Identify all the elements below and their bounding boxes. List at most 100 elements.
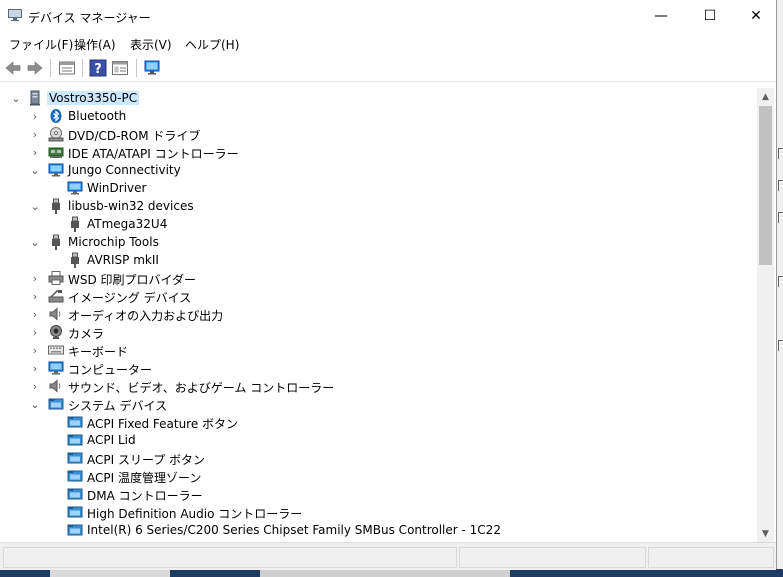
menu-file[interactable]: ファイル(F) — [9, 36, 73, 53]
tree-root-label: Vostro3350-PC — [47, 91, 140, 105]
system-folder-icon — [67, 452, 83, 464]
background-window-edge — [776, 0, 783, 577]
bluetooth-icon — [50, 109, 62, 123]
vertical-scrollbar[interactable]: ▲ ▼ — [757, 88, 774, 542]
system-folder-icon — [67, 434, 83, 446]
chevron-down-icon[interactable]: ⌄ — [29, 161, 41, 179]
device-category[interactable]: › IDE ATA/ATAPI コントローラー — [3, 143, 757, 162]
device-category[interactable]: › キーボード — [3, 341, 757, 360]
properties-sheet-icon[interactable] — [58, 59, 76, 77]
device-category[interactable]: › Bluetooth — [3, 107, 757, 125]
device-item[interactable]: AVRISP mkII — [3, 251, 757, 269]
device-category[interactable]: › カメラ — [3, 323, 757, 341]
status-bar — [0, 542, 776, 570]
tree-root[interactable]: ⌄ Vostro3350-PC — [3, 89, 757, 107]
system-folder-icon — [67, 470, 83, 482]
camera-scanner-icon — [48, 290, 64, 303]
toolbar: ? — [0, 55, 776, 82]
maximize-button[interactable]: ☐ — [687, 0, 733, 32]
menu-help[interactable]: ヘルプ(H) — [185, 36, 239, 53]
device-category[interactable]: ⌄ Jungo Connectivity — [3, 161, 757, 179]
device-category[interactable]: › DVD/CD-ROM ドライブ — [3, 125, 757, 143]
chevron-right-icon[interactable]: › — [29, 107, 41, 125]
tree-item-label: ACPI 温度管理ゾーン — [87, 471, 202, 485]
scroll-up-icon[interactable]: ▲ — [757, 88, 774, 105]
tree-item-label: ACPI Fixed Feature ボタン — [87, 417, 239, 431]
minimize-button[interactable]: — — [638, 0, 684, 32]
window-title: デバイス マネージャー — [28, 11, 151, 25]
monitor-icon — [48, 163, 64, 177]
title-bar[interactable]: デバイス マネージャー — ☐ ✕ — [0, 0, 776, 32]
chevron-down-icon[interactable]: ⌄ — [29, 395, 41, 413]
device-item[interactable]: ACPI スリープ ボタン — [3, 449, 757, 467]
chevron-down-icon[interactable]: ⌄ — [10, 89, 22, 107]
menu-action[interactable]: 操作(A) — [74, 36, 116, 53]
tree-item-label: Bluetooth — [68, 109, 127, 123]
tree-item-label: AVRISP mkII — [87, 253, 159, 267]
computer-scan-icon[interactable] — [143, 59, 161, 77]
forward-arrow-icon[interactable] — [26, 59, 44, 77]
keyboard-icon — [48, 345, 64, 355]
device-item[interactable]: ACPI 温度管理ゾーン — [3, 467, 757, 485]
system-folder-icon — [48, 398, 64, 410]
menu-view[interactable]: 表示(V) — [130, 36, 172, 53]
speaker-icon — [49, 307, 61, 321]
device-manager-window: デバイス マネージャー — ☐ ✕ ファイル(F) 操作(A) 表示(V) ヘル… — [0, 0, 777, 570]
usb-plug-icon — [52, 198, 60, 214]
chevron-right-icon[interactable]: › — [29, 377, 41, 395]
system-folder-icon — [67, 506, 83, 518]
device-category[interactable]: › オーディオの入力および出力 — [3, 305, 757, 323]
device-item[interactable]: ATmega32U4 — [3, 215, 757, 233]
usb-plug-icon — [52, 234, 60, 250]
device-category[interactable]: › コンピューター — [3, 359, 757, 377]
device-item[interactable]: Intel(R) 6 Series/C200 Series Chipset Fa… — [3, 521, 757, 539]
scrollbar-thumb[interactable] — [759, 106, 772, 265]
chevron-right-icon[interactable]: › — [29, 125, 41, 143]
device-item[interactable]: ACPI Fixed Feature ボタン — [3, 413, 757, 431]
tree-item-label: High Definition Audio コントローラー — [87, 507, 303, 521]
chevron-right-icon[interactable]: › — [29, 359, 41, 377]
system-folder-icon — [67, 416, 83, 428]
system-folder-icon — [67, 488, 83, 500]
tree-item-label: イメージング デバイス — [68, 291, 192, 305]
chevron-right-icon[interactable]: › — [29, 269, 41, 287]
root-computer-icon — [30, 90, 40, 106]
device-category[interactable]: › イメージング デバイス — [3, 287, 757, 306]
dvd-drive-icon — [48, 127, 64, 142]
device-category[interactable]: › WSD 印刷プロバイダー — [3, 269, 757, 287]
speaker-icon — [49, 379, 61, 393]
tree-item-label: システム デバイス — [68, 399, 168, 413]
scroll-down-icon[interactable]: ▼ — [757, 525, 774, 542]
chevron-right-icon[interactable]: › — [29, 305, 41, 323]
device-item[interactable]: ACPI Lid — [3, 431, 757, 449]
tree-item-label: WinDriver — [87, 181, 147, 195]
tree-item-label: DMA コントローラー — [87, 489, 203, 503]
tree-item-label: ACPI スリープ ボタン — [87, 453, 206, 467]
device-category[interactable]: ⌄ libusb-win32 devices — [3, 197, 757, 215]
printer-icon — [48, 271, 64, 285]
chevron-right-icon[interactable]: › — [29, 341, 41, 359]
tree-item-label: カメラ — [68, 327, 105, 341]
view-panel-icon[interactable] — [111, 59, 129, 77]
menu-bar: ファイル(F) 操作(A) 表示(V) ヘルプ(H) — [0, 32, 776, 54]
system-folder-icon — [67, 524, 83, 536]
back-arrow-icon[interactable] — [4, 59, 22, 77]
device-category[interactable]: ⌄ システム デバイス — [3, 395, 757, 414]
chevron-right-icon[interactable]: › — [29, 323, 41, 341]
tree-item-label: IDE ATA/ATAPI コントローラー — [68, 147, 239, 161]
device-tree[interactable]: ⌄ Vostro3350-PC › Bluetooth › DVD/CD-ROM ドライブ… — [3, 88, 757, 542]
chevron-down-icon[interactable]: ⌄ — [29, 233, 41, 251]
device-category[interactable]: ⌄ Microchip Tools — [3, 233, 757, 251]
device-item[interactable]: DMA コントローラー — [3, 485, 757, 503]
help-icon[interactable]: ? — [89, 59, 107, 77]
chevron-right-icon[interactable]: › — [29, 287, 41, 305]
webcam-icon — [50, 325, 62, 339]
close-button[interactable]: ✕ — [733, 0, 779, 32]
taskbar-peek — [0, 569, 783, 577]
device-category[interactable]: › サウンド、ビデオ、およびゲーム コントローラー — [3, 377, 757, 395]
chevron-right-icon[interactable]: › — [29, 143, 41, 161]
tree-item-label: Microchip Tools — [68, 235, 159, 249]
chevron-down-icon[interactable]: ⌄ — [29, 197, 41, 215]
device-item[interactable]: WinDriver — [3, 179, 757, 197]
device-item[interactable]: High Definition Audio コントローラー — [3, 503, 757, 521]
